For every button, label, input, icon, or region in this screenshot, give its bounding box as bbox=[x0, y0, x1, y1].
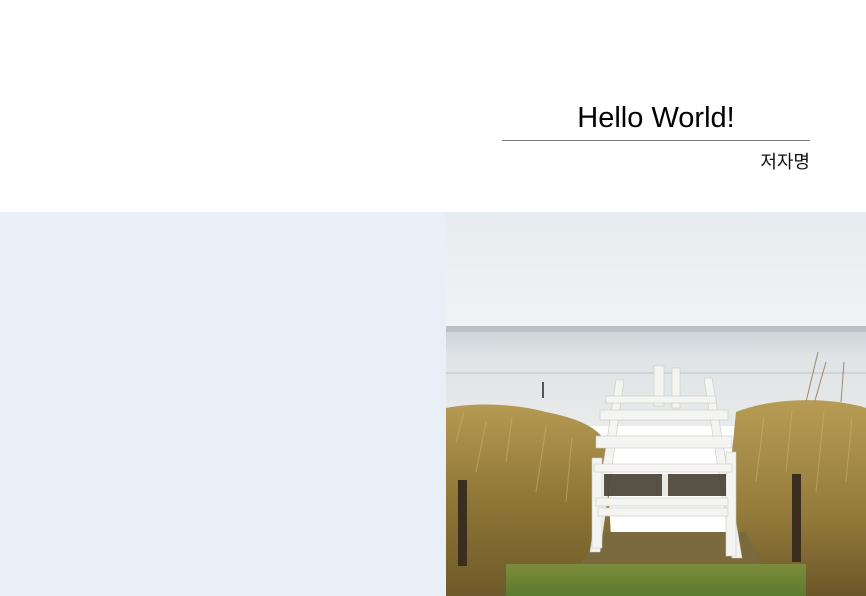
book-cover: Hello World! 저자명 bbox=[0, 0, 866, 596]
author-name: 저자명 bbox=[760, 152, 810, 172]
cover-title: Hello World! bbox=[577, 102, 735, 134]
title-divider bbox=[502, 140, 810, 141]
cover-photo bbox=[446, 212, 866, 596]
beach-stairs-image bbox=[446, 212, 866, 596]
title-block: Hello World! 저자명 bbox=[502, 98, 810, 173]
left-color-panel bbox=[0, 212, 446, 596]
